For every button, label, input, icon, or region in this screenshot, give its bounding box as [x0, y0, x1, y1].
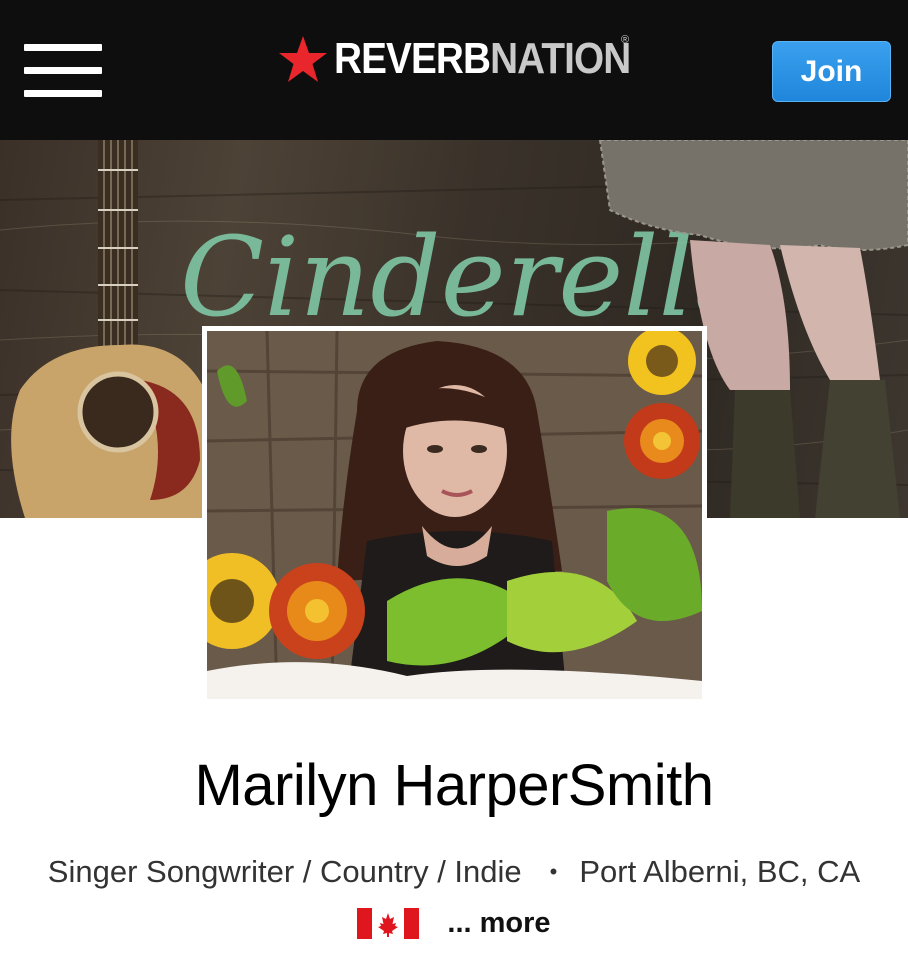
join-button[interactable]: Join: [772, 41, 891, 102]
artist-profile-photo[interactable]: [202, 326, 707, 704]
meta-separator: •: [549, 859, 558, 884]
star-icon: [279, 36, 327, 82]
cinderella-title-art: Cinderella: [180, 213, 759, 341]
artist-name: Marilyn HarperSmith: [194, 753, 714, 818]
artist-meta: Singer Songwriter / Country / Indie • Po…: [0, 852, 908, 892]
canada-flag-icon: [357, 907, 420, 939]
artist-location: Port Alberni, BC, CA: [579, 854, 861, 889]
more-row: ... more: [0, 904, 908, 942]
logo-wordmark: REVERBNATION: [334, 34, 631, 83]
artist-genres: Singer Songwriter / Country / Indie: [47, 854, 522, 889]
reverbnation-logo[interactable]: REVERBNATION ®: [278, 34, 671, 84]
top-navigation-bar: REVERBNATION ® Join: [0, 0, 908, 140]
more-link[interactable]: ... more: [447, 907, 550, 940]
hamburger-menu-icon[interactable]: [24, 44, 102, 100]
registered-mark: ®: [621, 34, 630, 46]
